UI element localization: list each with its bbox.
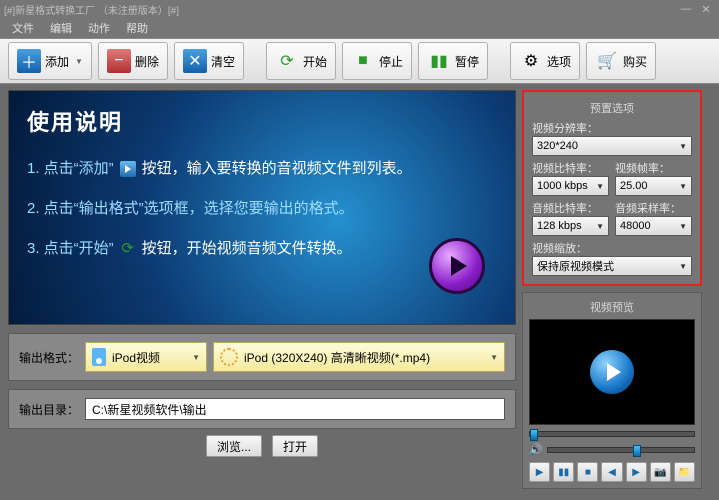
volume-row: 🔊 — [529, 443, 695, 456]
instruction-3: 3. 点击“开始”⟳按钮，开始视频音频文件转换。 — [27, 229, 497, 269]
audio-sample-select[interactable]: 48000▼ — [615, 216, 692, 236]
clear-button[interactable]: ✕清空 — [174, 42, 244, 80]
video-fps-label: 视频帧率： — [615, 160, 692, 176]
instructions-banner: 使用说明 1. 点击“添加”按钮，输入要转换的音视频文件到列表。 2. 点击“输… — [8, 90, 516, 325]
output-format-panel: 输出格式： iPod视频▼ iPod (320X240) 高清晰视频(*.mp4… — [8, 333, 516, 381]
delete-button[interactable]: −删除 — [98, 42, 168, 80]
film-add-icon: ＋ — [17, 49, 41, 73]
pause-button[interactable]: ▮▮暂停 — [418, 42, 488, 80]
instruction-1: 1. 点击“添加”按钮，输入要转换的音视频文件到列表。 — [27, 149, 497, 189]
chevron-down-icon: ▼ — [596, 222, 604, 231]
buy-button[interactable]: 🛒购买 — [586, 42, 656, 80]
chevron-down-icon: ▼ — [679, 262, 687, 271]
instruction-2: 2. 点击“输出格式”选项框，选择您要输出的格式。 — [27, 189, 497, 229]
gear-icon: ⚙ — [519, 49, 543, 73]
output-dir-panel: 输出目录： — [8, 389, 516, 429]
chevron-down-icon: ▼ — [679, 222, 687, 231]
menubar: 文件 编辑 动作 帮助 — [0, 18, 719, 38]
cart-icon: 🛒 — [595, 49, 619, 73]
preview-stop-button[interactable]: ■ — [577, 462, 598, 482]
stop-button[interactable]: ■停止 — [342, 42, 412, 80]
video-bitrate-select[interactable]: 1000 kbps▼ — [532, 176, 609, 196]
chevron-down-icon: ▼ — [596, 182, 604, 191]
speaker-icon: 🔊 — [529, 443, 543, 456]
audio-sample-label: 音频采样率： — [615, 200, 692, 216]
preview-panel: 视频预览 🔊 ▶ ▮▮ ■ ◀ ▶ 📷 📁 — [522, 292, 702, 489]
audio-bitrate-select[interactable]: 128 kbps▼ — [532, 216, 609, 236]
chevron-down-icon: ▼ — [490, 353, 498, 362]
film-clear-icon: ✕ — [183, 49, 207, 73]
seek-bar[interactable] — [529, 431, 695, 437]
start-button[interactable]: ⟳开始 — [266, 42, 336, 80]
refresh-icon: ⟳ — [275, 49, 299, 73]
resolution-select[interactable]: 320*240▼ — [532, 136, 692, 156]
preview-play-icon — [590, 350, 634, 394]
window-title: [#]新星格式转换工厂 （未注册版本）[#] — [4, 2, 179, 17]
preview-play-button[interactable]: ▶ — [529, 462, 550, 482]
menu-help[interactable]: 帮助 — [118, 20, 156, 36]
toolbar: ＋添加▼ −删除 ✕清空 ⟳开始 ■停止 ▮▮暂停 ⚙选项 🛒购买 — [0, 38, 719, 84]
chevron-down-icon: ▼ — [192, 353, 200, 362]
preview-snapshot-button[interactable]: 📷 — [650, 462, 671, 482]
preview-prev-button[interactable]: ◀ — [601, 462, 622, 482]
video-bitrate-label: 视频比特率： — [532, 160, 609, 176]
menu-edit[interactable]: 编辑 — [42, 20, 80, 36]
output-format-label: 输出格式： — [19, 349, 79, 366]
options-button[interactable]: ⚙选项 — [510, 42, 580, 80]
seek-bar-row — [529, 431, 695, 437]
film-delete-icon: − — [107, 49, 131, 73]
pause-icon: ▮▮ — [427, 49, 451, 73]
profile-icon — [220, 348, 238, 366]
preset-panel: 预置选项 视频分辨率： 320*240▼ 视频比特率：1000 kbps▼ 视频… — [522, 90, 702, 286]
chevron-down-icon: ▼ — [75, 57, 83, 66]
play-icon — [429, 238, 485, 294]
banner-heading: 使用说明 — [27, 105, 497, 137]
preset-title: 预置选项 — [532, 100, 692, 116]
stop-icon: ■ — [351, 49, 375, 73]
titlebar: [#]新星格式转换工厂 （未注册版本）[#] — ✕ — [0, 0, 719, 18]
menu-action[interactable]: 动作 — [80, 20, 118, 36]
close-button[interactable]: ✕ — [697, 2, 715, 16]
preview-screen — [529, 319, 695, 425]
resolution-label: 视频分辨率： — [532, 120, 692, 136]
preview-folder-button[interactable]: 📁 — [674, 462, 695, 482]
preview-controls: ▶ ▮▮ ■ ◀ ▶ 📷 📁 — [529, 462, 695, 482]
device-select[interactable]: iPod视频▼ — [85, 342, 207, 372]
minimize-button[interactable]: — — [677, 2, 695, 16]
open-button[interactable]: 打开 — [272, 435, 318, 457]
video-fps-select[interactable]: 25.00▼ — [615, 176, 692, 196]
audio-bitrate-label: 音频比特率： — [532, 200, 609, 216]
volume-slider[interactable] — [547, 447, 695, 453]
chevron-down-icon: ▼ — [679, 142, 687, 151]
film-icon — [116, 157, 140, 181]
preview-pause-button[interactable]: ▮▮ — [553, 462, 574, 482]
browse-button[interactable]: 浏览... — [206, 435, 262, 457]
profile-select[interactable]: iPod (320X240) 高清晰视频(*.mp4)▼ — [213, 342, 505, 372]
add-button[interactable]: ＋添加▼ — [8, 42, 92, 80]
scale-select[interactable]: 保持原视频模式▼ — [532, 256, 692, 276]
ipod-icon — [92, 348, 106, 366]
chevron-down-icon: ▼ — [679, 182, 687, 191]
refresh-icon: ⟳ — [116, 237, 140, 261]
output-dir-input[interactable] — [85, 398, 505, 420]
scale-label: 视频缩放： — [532, 240, 692, 256]
preview-next-button[interactable]: ▶ — [626, 462, 647, 482]
output-dir-label: 输出目录： — [19, 401, 79, 418]
preview-title: 视频预览 — [529, 299, 695, 315]
menu-file[interactable]: 文件 — [4, 20, 42, 36]
